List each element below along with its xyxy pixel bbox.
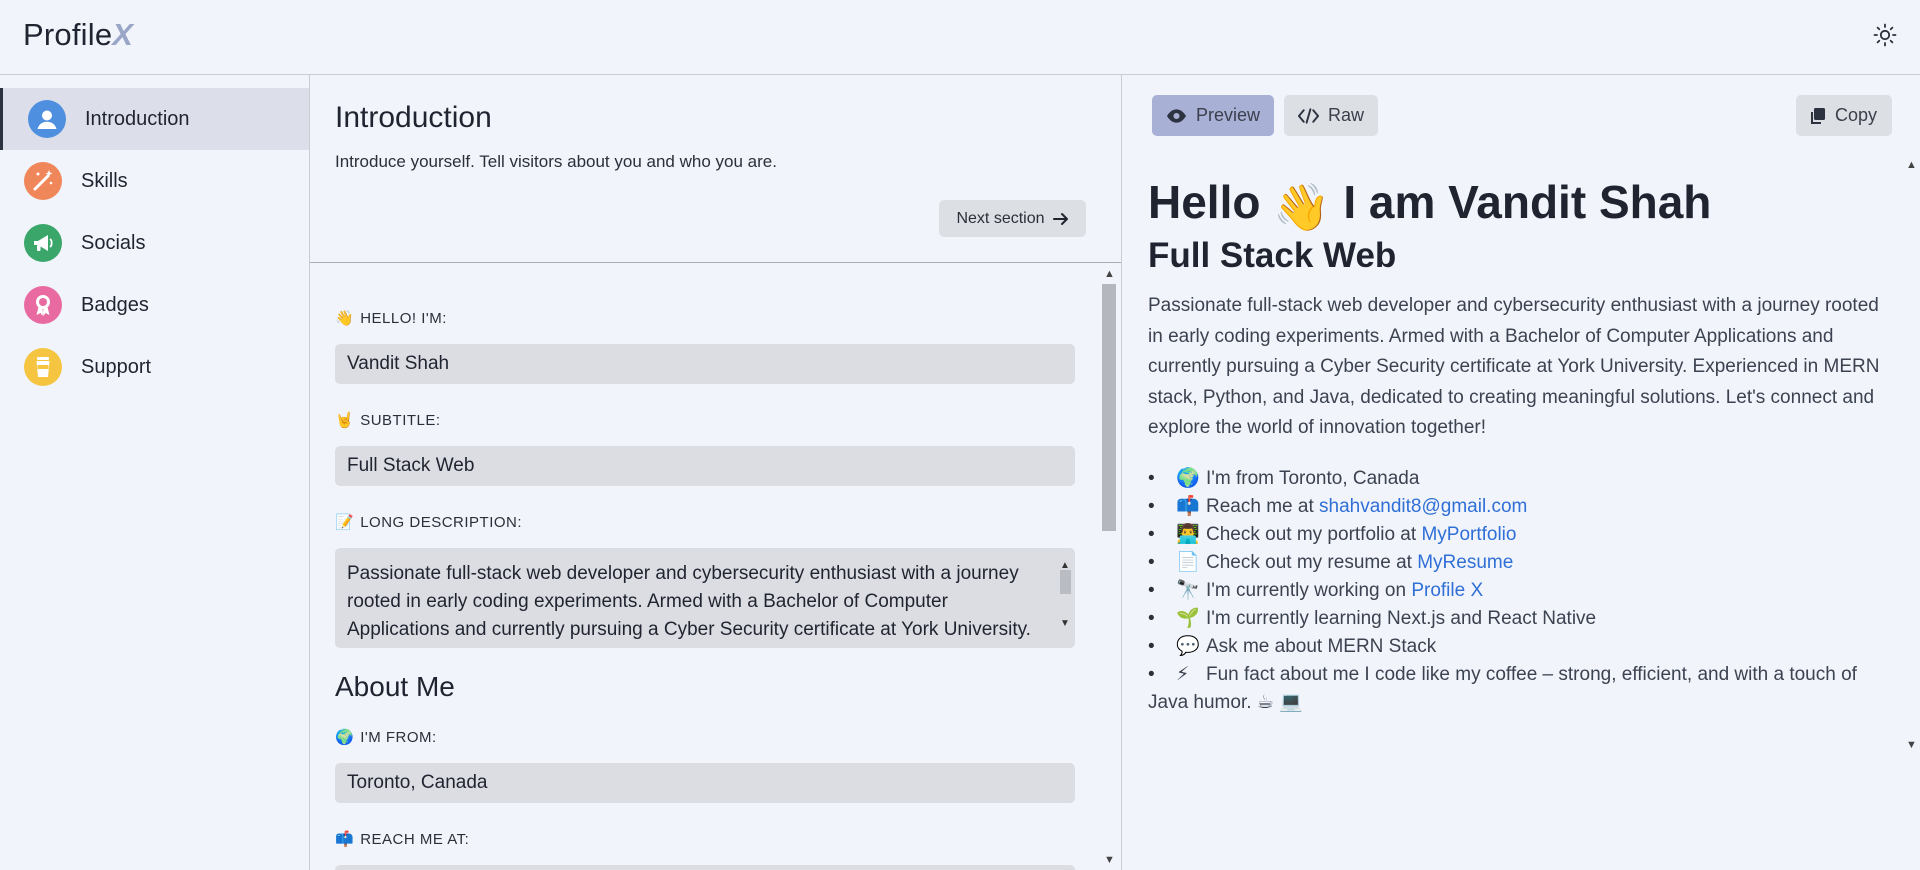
technologist-emoji-icon: 👨‍💻 — [1176, 524, 1200, 545]
project-link[interactable]: Profile X — [1411, 580, 1483, 601]
arrow-right-icon — [1052, 212, 1068, 225]
list-item: 👨‍💻Check out my portfolio at MyPortfolio — [1148, 521, 1888, 549]
email-link[interactable]: shahvandit8@gmail.com — [1319, 496, 1527, 517]
sidebar-item-skills[interactable]: Skills — [0, 150, 309, 212]
editor-header: Introduction Introduce yourself. Tell vi… — [310, 75, 1121, 263]
sidebar-item-support[interactable]: Support — [0, 336, 309, 398]
from-label: 🌍 I'M FROM: — [335, 728, 437, 747]
sidebar-item-label: Socials — [81, 231, 146, 254]
sidebar-item-label: Skills — [81, 169, 128, 192]
code-icon — [1298, 107, 1319, 124]
long-description-textarea[interactable]: Passionate full-stack web developer and … — [335, 548, 1075, 648]
subtitle-label: 🤘 SUBTITLE: — [335, 411, 441, 430]
portfolio-link[interactable]: MyPortfolio — [1421, 524, 1516, 545]
seedling-emoji-icon: 🌱 — [1176, 608, 1200, 629]
markdown-preview: Hello 👋 I am Vandit Shah Full Stack Web … — [1148, 175, 1892, 785]
editor-panel: Introduction Introduce yourself. Tell vi… — [310, 75, 1122, 870]
next-section-button[interactable]: Next section — [939, 200, 1086, 237]
sidebar-item-label: Introduction — [85, 107, 190, 130]
sidebar-item-label: Badges — [81, 293, 149, 316]
about-me-heading: About Me — [335, 671, 455, 702]
list-item: 📄Check out my resume at MyResume — [1148, 549, 1888, 577]
raw-tab[interactable]: Raw — [1284, 95, 1378, 136]
hello-label: 👋 HELLO! I'M: — [335, 309, 447, 328]
textarea-scroll-thumb[interactable] — [1060, 570, 1071, 594]
location-input[interactable] — [335, 763, 1075, 803]
copy-button[interactable]: Copy — [1796, 95, 1892, 136]
scroll-up-icon[interactable]: ▲ — [1104, 268, 1115, 280]
mailbox-emoji-icon: 📫 — [335, 831, 355, 848]
mailbox-emoji-icon: 📫 — [1176, 496, 1200, 517]
section-title: Introduction — [335, 101, 492, 134]
app-logo[interactable]: ProfileX — [23, 17, 133, 53]
email-input[interactable] — [335, 865, 1075, 870]
section-description: Introduce yourself. Tell visitors about … — [335, 152, 777, 171]
scroll-up-icon[interactable]: ▲ — [1906, 159, 1917, 171]
logo-accent: X — [112, 17, 134, 52]
reach-label: 📫 REACH ME AT: — [335, 830, 470, 849]
sidebar-item-badges[interactable]: Badges — [0, 274, 309, 336]
scroll-down-icon[interactable]: ▼ — [1906, 739, 1917, 751]
sidebar-item-introduction[interactable]: Introduction — [0, 88, 309, 150]
preview-panel: Preview Raw Copy Hello 👋 I am Vandit Sha… — [1122, 75, 1920, 870]
sun-icon — [1873, 23, 1897, 47]
editor-scrollbar[interactable]: ▲ ▼ — [1100, 264, 1118, 870]
globe-emoji-icon: 🌍 — [1176, 468, 1200, 489]
list-item: 🔭I'm currently working on Profile X — [1148, 577, 1888, 605]
next-section-label: Next section — [956, 209, 1045, 227]
list-item: 💬Ask me about MERN Stack — [1148, 633, 1888, 661]
subtitle-input[interactable] — [335, 446, 1075, 486]
scroll-down-icon[interactable]: ▼ — [1104, 854, 1115, 866]
magic-wand-icon — [24, 162, 62, 200]
preview-subtitle: Full Stack Web — [1148, 236, 1397, 275]
sidebar-item-label: Support — [81, 355, 152, 378]
preview-description: Passionate full-stack web developer and … — [1148, 295, 1880, 438]
list-item: 🌱I'm currently learning Next.js and Reac… — [1148, 605, 1888, 633]
coffee-cup-icon — [24, 348, 62, 386]
logo-text: Profile — [23, 17, 113, 52]
preview-scrollbar[interactable]: ▲ ▼ — [1902, 159, 1920, 849]
editor-form: 👋 HELLO! I'M: 🤘 SUBTITLE: 📝 LONG DESCRIP… — [310, 264, 1121, 870]
textarea-scrollbar[interactable]: ▲ ▼ — [1058, 552, 1073, 644]
user-icon — [28, 100, 66, 138]
sidebar-item-socials[interactable]: Socials — [0, 212, 309, 274]
theme-toggle-button[interactable] — [1872, 22, 1898, 48]
long-description-label: 📝 LONG DESCRIPTION: — [335, 513, 523, 532]
scroll-down-icon[interactable]: ▼ — [1060, 610, 1070, 638]
list-item: 🌍I'm from Toronto, Canada — [1148, 465, 1888, 493]
globe-emoji-icon: 🌍 — [335, 729, 355, 746]
waving-hand-emoji-icon: 👋 — [1273, 181, 1331, 233]
preview-heading: Hello 👋 I am Vandit Shah — [1148, 176, 1712, 233]
rock-hand-emoji-icon: 🤘 — [335, 412, 355, 429]
page-emoji-icon: 📄 — [1176, 552, 1200, 573]
memo-emoji-icon: 📝 — [335, 514, 355, 531]
award-icon — [24, 286, 62, 324]
copy-icon — [1811, 107, 1825, 124]
resume-link[interactable]: MyResume — [1417, 552, 1513, 573]
editor-scroll-thumb[interactable] — [1102, 284, 1116, 531]
telescope-emoji-icon: 🔭 — [1176, 580, 1200, 601]
preview-list: 🌍I'm from Toronto, Canada 📫Reach me at s… — [1148, 465, 1888, 717]
speech-bubble-emoji-icon: 💬 — [1176, 636, 1200, 657]
list-item: ⚡Fun fact about me I code like my coffee… — [1148, 661, 1888, 717]
eye-icon — [1166, 108, 1187, 123]
list-item: 📫Reach me at shahvandit8@gmail.com — [1148, 493, 1888, 521]
megaphone-icon — [24, 224, 62, 262]
top-bar: ProfileX — [0, 0, 1920, 75]
long-description-text: Passionate full-stack web developer and … — [347, 563, 1031, 640]
lightning-emoji-icon: ⚡ — [1176, 664, 1190, 685]
name-input[interactable] — [335, 344, 1075, 384]
sidebar: Introduction Skills Socials Badges Suppo… — [0, 75, 310, 870]
wave-emoji-icon: 👋 — [335, 310, 355, 327]
preview-tab[interactable]: Preview — [1152, 95, 1274, 136]
